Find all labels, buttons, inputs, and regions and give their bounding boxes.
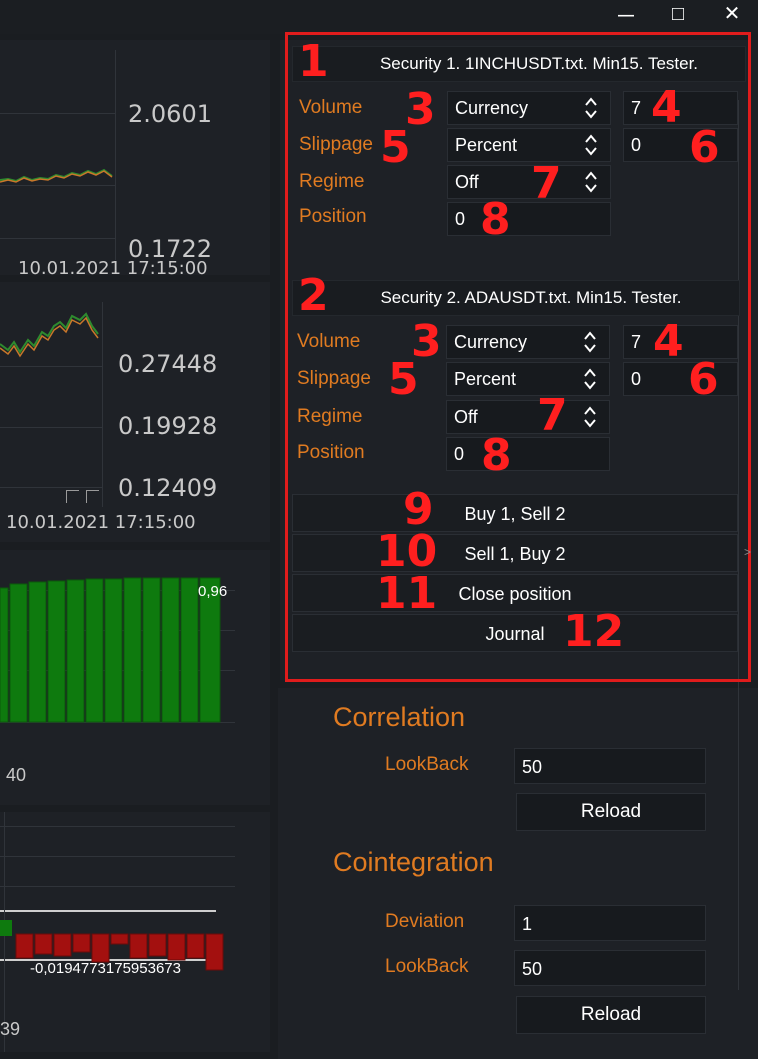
annotation-12: 12 bbox=[563, 606, 625, 657]
maximize-button[interactable]: □ bbox=[658, 0, 698, 30]
minimize-button[interactable]: — bbox=[606, 0, 646, 30]
annotation-1: 1 bbox=[298, 36, 329, 87]
correlation-value-label: 0,96 bbox=[198, 583, 228, 600]
x-axis-label: 40 bbox=[6, 765, 27, 785]
cointegration-reload-button[interactable]: Reload bbox=[516, 996, 706, 1034]
price-label-high: 2.0601 bbox=[128, 100, 212, 128]
correlation-reload-button[interactable]: Reload bbox=[516, 793, 706, 831]
price-label-3: 0.12409 bbox=[118, 474, 218, 502]
cointegration-chart[interactable]: -0,0194773175953673 39 bbox=[0, 812, 270, 1052]
annotation-5: 5 bbox=[380, 122, 411, 173]
chart-date-label: 10.01.2021 17:15:00 bbox=[18, 258, 208, 279]
cointegration-value-label: -0,0194773175953673 bbox=[30, 960, 181, 977]
correlation-title: Correlation bbox=[333, 702, 466, 732]
correlation-chart[interactable]: 0,96 40 bbox=[0, 550, 270, 805]
cointegration-lookback-label: LookBack bbox=[385, 956, 469, 977]
price-line-1 bbox=[0, 168, 113, 183]
annotation-8: 8 bbox=[480, 194, 511, 245]
annotation-7: 7 bbox=[531, 158, 562, 209]
annotation-6: 6 bbox=[689, 122, 720, 173]
chart-security-1[interactable]: 2.0601 0.1722 10.01.2021 17:15:00 bbox=[0, 40, 270, 279]
chart-date-label: 10.01.2021 17:15:00 bbox=[6, 512, 196, 533]
correlation-bars bbox=[0, 577, 221, 723]
maximize-icon: □ bbox=[671, 3, 685, 25]
annotation-4: 4 bbox=[651, 82, 682, 133]
annotation-7: 7 bbox=[537, 390, 568, 441]
annotation-4: 4 bbox=[653, 316, 684, 367]
annotation-5: 5 bbox=[388, 354, 419, 405]
close-icon: ✕ bbox=[723, 3, 741, 25]
scroll-handle-right[interactable] bbox=[86, 490, 99, 503]
deviation-input[interactable]: 1 bbox=[514, 905, 706, 941]
annotation-2: 2 bbox=[298, 270, 329, 321]
upper-deviation-line bbox=[0, 910, 216, 912]
deviation-label: Deviation bbox=[385, 911, 465, 932]
correlation-lookback-input[interactable]: 50 bbox=[514, 748, 706, 784]
minimize-icon: — bbox=[618, 7, 634, 24]
annotation-6: 6 bbox=[688, 354, 719, 405]
close-button[interactable]: ✕ bbox=[712, 0, 752, 30]
price-label-2: 0.19928 bbox=[118, 412, 218, 440]
annotation-11: 11 bbox=[376, 568, 438, 619]
correlation-lookback-label: LookBack bbox=[385, 754, 469, 775]
x-axis-label: 39 bbox=[0, 1019, 21, 1039]
annotation-8: 8 bbox=[481, 430, 512, 481]
scroll-handle-left[interactable] bbox=[66, 490, 79, 503]
price-label-1: 0.27448 bbox=[118, 350, 218, 378]
chart-security-2[interactable]: 0.27448 0.19928 0.12409 10.01.2021 17:15… bbox=[0, 282, 270, 542]
cointegration-title: Cointegration bbox=[333, 847, 494, 877]
price-line-2 bbox=[0, 312, 99, 358]
panel-collapse-icon[interactable]: > bbox=[744, 545, 751, 559]
cointegration-lookback-input[interactable]: 50 bbox=[514, 950, 706, 986]
